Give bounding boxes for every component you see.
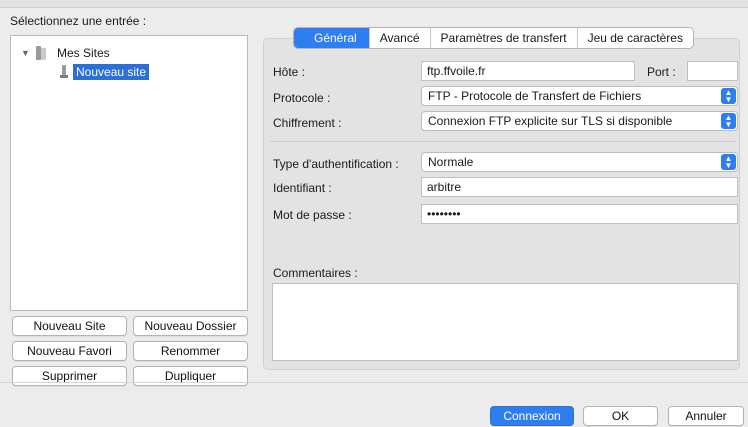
encryption-label: Chiffrement : [273, 116, 342, 130]
auth-type-value: Normale [428, 155, 474, 169]
auth-type-select[interactable]: Normale ▲ ▼ [421, 152, 738, 172]
host-label: Hôte : [273, 65, 306, 79]
site-list-label: Sélectionnez une entrée : [10, 14, 147, 28]
encryption-select[interactable]: Connexion FTP explicite sur TLS si dispo… [421, 111, 738, 131]
new-folder-button[interactable]: Nouveau Dossier [133, 316, 248, 336]
tab-advanced[interactable]: Avancé [368, 28, 430, 48]
new-bookmark-button[interactable]: Nouveau Favori [12, 341, 127, 361]
folder-icon [35, 46, 51, 60]
rename-button[interactable]: Renommer [133, 341, 248, 361]
duplicate-button[interactable]: Dupliquer [133, 366, 248, 386]
protocol-select[interactable]: FTP - Protocole de Transfert de Fichiers… [421, 86, 738, 106]
window-top-edge [0, 0, 748, 8]
chevron-up-down-icon: ▲ ▼ [721, 154, 736, 170]
password-input[interactable]: •••••••• [421, 204, 738, 224]
tree-item-label: Nouveau site [73, 64, 150, 80]
tree-item-nouveau-site[interactable]: Nouveau site [59, 63, 150, 81]
connect-button[interactable]: Connexion [490, 406, 574, 426]
host-input[interactable]: ftp.ffvoile.fr [421, 61, 635, 81]
tab-charset[interactable]: Jeu de caractères [576, 28, 693, 48]
protocol-label: Protocole : [273, 91, 331, 105]
tab-general[interactable]: Général [294, 28, 369, 48]
comments-textarea[interactable] [272, 283, 738, 361]
site-tree[interactable]: ▼ Mes Sites Nouveau site [10, 35, 248, 311]
auth-type-label: Type d'authentification : [273, 157, 399, 171]
tab-transfer-settings[interactable]: Paramètres de transfert [429, 28, 577, 48]
username-input[interactable]: arbitre [421, 177, 738, 197]
username-label: Identifiant : [273, 181, 332, 195]
delete-button[interactable]: Supprimer [12, 366, 127, 386]
server-icon [59, 65, 69, 79]
comments-label: Commentaires : [273, 266, 358, 280]
encryption-value: Connexion FTP explicite sur TLS si dispo… [428, 114, 673, 128]
chevron-up-down-icon: ▲ ▼ [721, 88, 736, 104]
port-label: Port : [647, 65, 676, 79]
settings-tabs: Général Avancé Paramètres de transfert J… [293, 27, 694, 49]
new-site-button[interactable]: Nouveau Site [12, 316, 127, 336]
tree-item-mes-sites[interactable]: ▼ Mes Sites [21, 44, 110, 62]
port-input[interactable] [687, 61, 738, 81]
disclosure-triangle-icon[interactable]: ▼ [21, 48, 35, 58]
cancel-button[interactable]: Annuler [668, 406, 744, 426]
form-divider [270, 141, 736, 142]
tree-item-label: Mes Sites [57, 46, 110, 60]
chevron-up-down-icon: ▲ ▼ [721, 113, 736, 129]
ok-button[interactable]: OK [583, 406, 658, 426]
protocol-value: FTP - Protocole de Transfert de Fichiers [428, 89, 642, 103]
footer-divider [0, 382, 748, 383]
password-label: Mot de passe : [273, 208, 352, 222]
